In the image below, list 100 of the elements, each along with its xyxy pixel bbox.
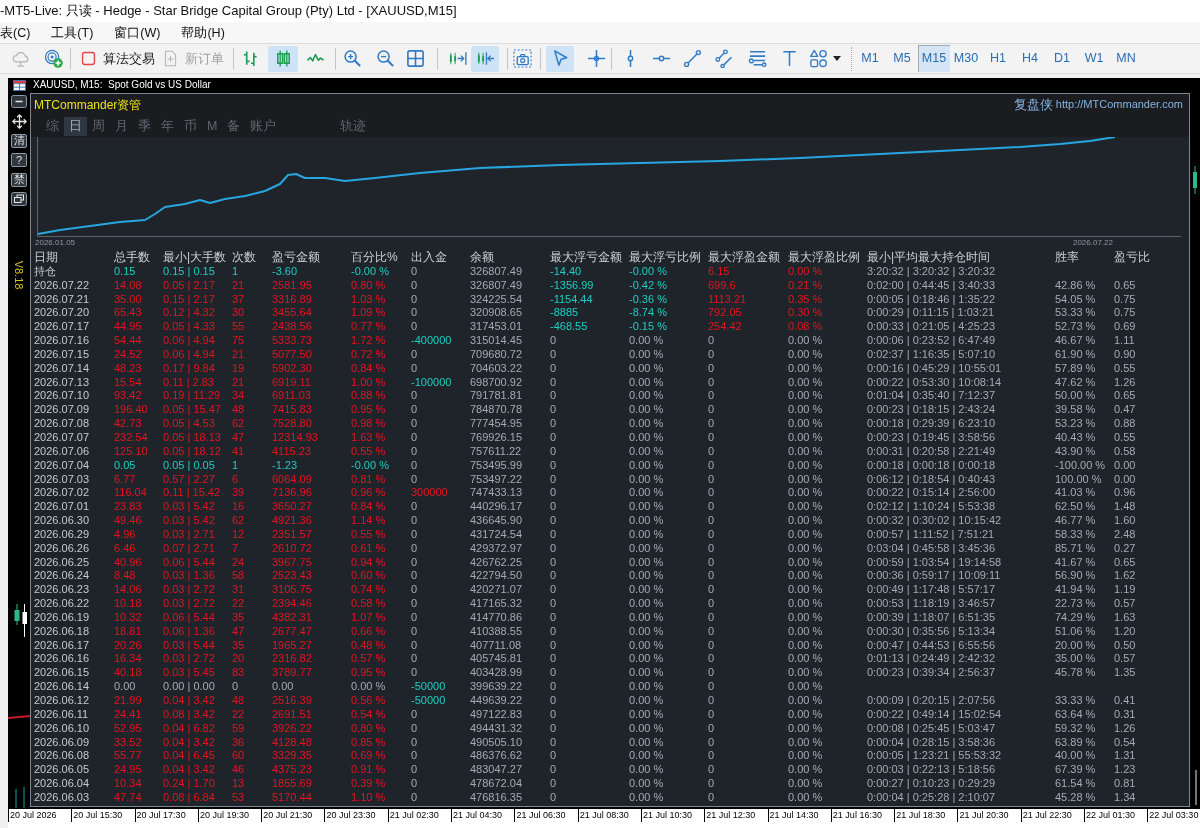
- candlestick-button[interactable]: [268, 45, 298, 72]
- table-cell: 0.57: [1114, 597, 1136, 611]
- table-cell: 6064.09: [272, 472, 312, 487]
- tool-button[interactable]: 禁: [11, 172, 27, 187]
- timeframe-button[interactable]: M15: [918, 45, 950, 72]
- table-cell: 0.85 %: [351, 735, 386, 750]
- tab[interactable]: 备: [222, 116, 246, 136]
- column-header: 最小|大手数: [163, 251, 227, 265]
- table-cell: 4375.23: [272, 763, 312, 778]
- timeframe-button[interactable]: MN: [1110, 45, 1142, 72]
- column-header: 最大浮亏金额: [550, 251, 622, 265]
- table-cell: 1.31: [1114, 749, 1136, 764]
- time-label: 21 Jul 18:30: [894, 809, 946, 822]
- table-cell: 0: [708, 694, 715, 708]
- table-cell: 0.03 | 1.36: [163, 569, 215, 584]
- tool-button[interactable]: 清: [11, 133, 27, 148]
- table-cell: 0: [708, 638, 715, 653]
- minus-icon[interactable]: [11, 95, 27, 109]
- table-cell: 0:00:59 | 1:03:54 | 19:14:58: [867, 555, 1002, 570]
- tab[interactable]: 账户: [245, 116, 282, 136]
- table-cell: 0.00 %: [788, 347, 823, 362]
- table-cell: 326807.49: [470, 278, 522, 293]
- table-cell: 0.00 %: [629, 652, 664, 667]
- table-cell: 54.05 %: [1055, 292, 1096, 307]
- table-cell: 0.88 %: [351, 389, 386, 404]
- table-cell: 196.40: [114, 403, 148, 418]
- table-cell: 0.56 %: [351, 694, 386, 708]
- table-cell: 0.91 %: [351, 763, 386, 778]
- tab[interactable]: 轨迹: [335, 116, 372, 136]
- menu-item[interactable]: 表(C): [0, 24, 31, 41]
- table-cell: -14.40: [550, 264, 582, 279]
- table-cell: 483047.27: [470, 763, 522, 778]
- volume-bars: [15, 787, 25, 808]
- timeframe-button[interactable]: W1: [1078, 45, 1110, 72]
- table-cell: 0.00 %: [629, 666, 664, 681]
- cursor-button[interactable]: [546, 45, 574, 72]
- table-cell: 0.65: [1114, 389, 1136, 404]
- table-cell: 0:00:03 | 0:22:13 | 5:18:56: [867, 763, 996, 778]
- table-cell: 0.00 %: [788, 652, 823, 667]
- table-cell: 0:00:04 | 0:25:28 | 2:10:07: [867, 790, 996, 805]
- table-cell: 4921.36: [272, 514, 312, 528]
- table-cell: 0:02:00 | 0:44:45 | 3:40:33: [867, 278, 996, 293]
- restore-window-icon[interactable]: [11, 192, 27, 207]
- tab[interactable]: 年: [156, 116, 179, 136]
- timeframe-button[interactable]: H1: [982, 45, 1014, 72]
- website-link[interactable]: http://MTCommander.com: [1055, 98, 1183, 111]
- tab[interactable]: 综: [41, 116, 64, 136]
- table-cell: 47.74: [114, 790, 142, 805]
- menu-item[interactable]: 窗口(W): [114, 24, 161, 41]
- table-cell: 317453.01: [470, 320, 522, 335]
- table-cell: 0.60 %: [351, 569, 386, 584]
- table-cell: 21: [232, 375, 245, 390]
- table-cell: 24: [232, 555, 245, 570]
- table-cell: 58.33 %: [1055, 527, 1096, 542]
- move-icon[interactable]: [11, 113, 27, 129]
- table-cell: 65.43: [114, 306, 142, 321]
- toolbar-button[interactable]: 算法交易: [76, 45, 152, 72]
- table-cell: 0: [708, 680, 715, 694]
- table-cell: 48.23: [114, 361, 142, 376]
- table-cell: 0:00:22 | 0:53:30 | 10:08:14: [867, 375, 1002, 390]
- table-cell: 0: [708, 361, 715, 376]
- table-cell: 0: [708, 486, 715, 501]
- timeframe-button[interactable]: H4: [1014, 45, 1046, 72]
- table-cell: 0:02:12 | 1:10:24 | 5:53:38: [867, 500, 996, 515]
- timeframe-button[interactable]: M5: [886, 45, 918, 72]
- table-cell: 0.75: [1114, 306, 1136, 321]
- window-title: -MT5-Live: 只读 - Hedge - Star Bridge Capital Group (Pty) Ltd - [XAUUSD,M15]: [0, 2, 457, 20]
- table-cell: -0.36 %: [629, 292, 667, 307]
- table-cell: 0: [411, 541, 418, 556]
- timeframe-button[interactable]: M1: [854, 45, 886, 72]
- menu-item[interactable]: 帮助(H): [181, 24, 225, 41]
- table-cell: 0: [411, 347, 418, 362]
- timeframe-button[interactable]: M30: [950, 45, 982, 72]
- tab[interactable]: M: [202, 116, 223, 136]
- tab[interactable]: 币: [179, 116, 202, 136]
- table-cell: 40.43 %: [1055, 430, 1096, 445]
- table-cell: 0: [232, 680, 239, 694]
- table-cell: 0: [550, 763, 557, 778]
- chart-shift-button[interactable]: [471, 45, 499, 72]
- table-cell: 0.72 %: [351, 347, 386, 362]
- table-cell: 1965.27: [272, 638, 312, 653]
- table-cell: 4128.48: [272, 735, 312, 750]
- tab[interactable]: 季: [133, 116, 156, 136]
- table-cell: 7528.80: [272, 417, 312, 431]
- table-cell: 0: [550, 444, 557, 459]
- table-cell: 2026.06.08: [34, 749, 90, 764]
- table-cell: 2026.06.29: [34, 527, 90, 542]
- tab[interactable]: 日: [64, 116, 87, 136]
- tool-button[interactable]: ?: [11, 153, 27, 168]
- table-cell: 476816.35: [470, 790, 522, 805]
- table-cell: 0.00 %: [788, 721, 823, 736]
- table-cell: 2026.06.25: [34, 555, 90, 570]
- tab[interactable]: 周: [87, 116, 110, 136]
- table-cell: 0.00 %: [788, 763, 823, 778]
- table-cell: 1.07 %: [351, 610, 386, 625]
- timeframe-button[interactable]: D1: [1046, 45, 1078, 72]
- table-cell: 0.00 %: [629, 541, 664, 556]
- table-cell: 1.26: [1114, 721, 1136, 736]
- tab[interactable]: 月: [110, 116, 133, 136]
- menu-item[interactable]: 工具(T): [51, 24, 94, 41]
